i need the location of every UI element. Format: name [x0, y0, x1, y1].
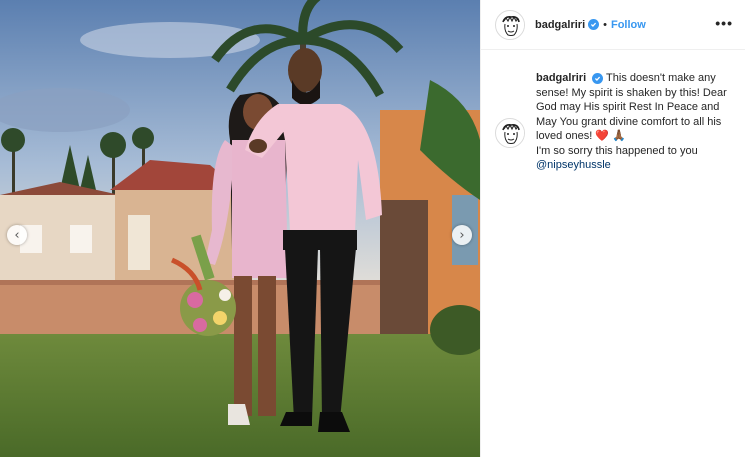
chevron-left-icon: ‹ — [14, 227, 20, 243]
caption-text-block: badgalriri This doesn't make any sense! … — [536, 71, 736, 173]
more-options-icon[interactable]: ••• — [715, 15, 733, 31]
caption-avatar[interactable] — [495, 118, 525, 148]
carousel-next-button[interactable]: › — [452, 225, 472, 245]
chevron-right-icon: › — [459, 227, 465, 243]
caption-username[interactable]: badgalriri — [536, 72, 586, 84]
avatar-sketch-icon — [497, 120, 524, 147]
praying-hands-emoji-icon: 🙏🏾 — [612, 130, 626, 142]
post-side-panel: badgalriri • Follow ••• badgalriri This … — [480, 0, 745, 457]
avatar-sketch-icon — [497, 11, 524, 39]
follow-button[interactable]: Follow — [611, 19, 646, 31]
caption-text-line2: I'm so sorry this happened to you — [536, 144, 698, 157]
post-header: badgalriri • Follow ••• — [481, 0, 745, 50]
post-photo[interactable]: ‹ › — [0, 0, 480, 457]
header-separator: • — [603, 18, 607, 31]
header-username[interactable]: badgalriri — [535, 19, 585, 31]
photo-illustration — [0, 0, 480, 457]
avatar[interactable] — [495, 9, 525, 40]
mention-link[interactable]: @nipseyhussle — [536, 159, 611, 171]
carousel-prev-button[interactable]: ‹ — [7, 225, 27, 245]
verified-check-icon — [588, 19, 600, 30]
verified-check-icon — [592, 73, 604, 84]
heart-emoji-icon: ❤️ — [595, 130, 610, 142]
